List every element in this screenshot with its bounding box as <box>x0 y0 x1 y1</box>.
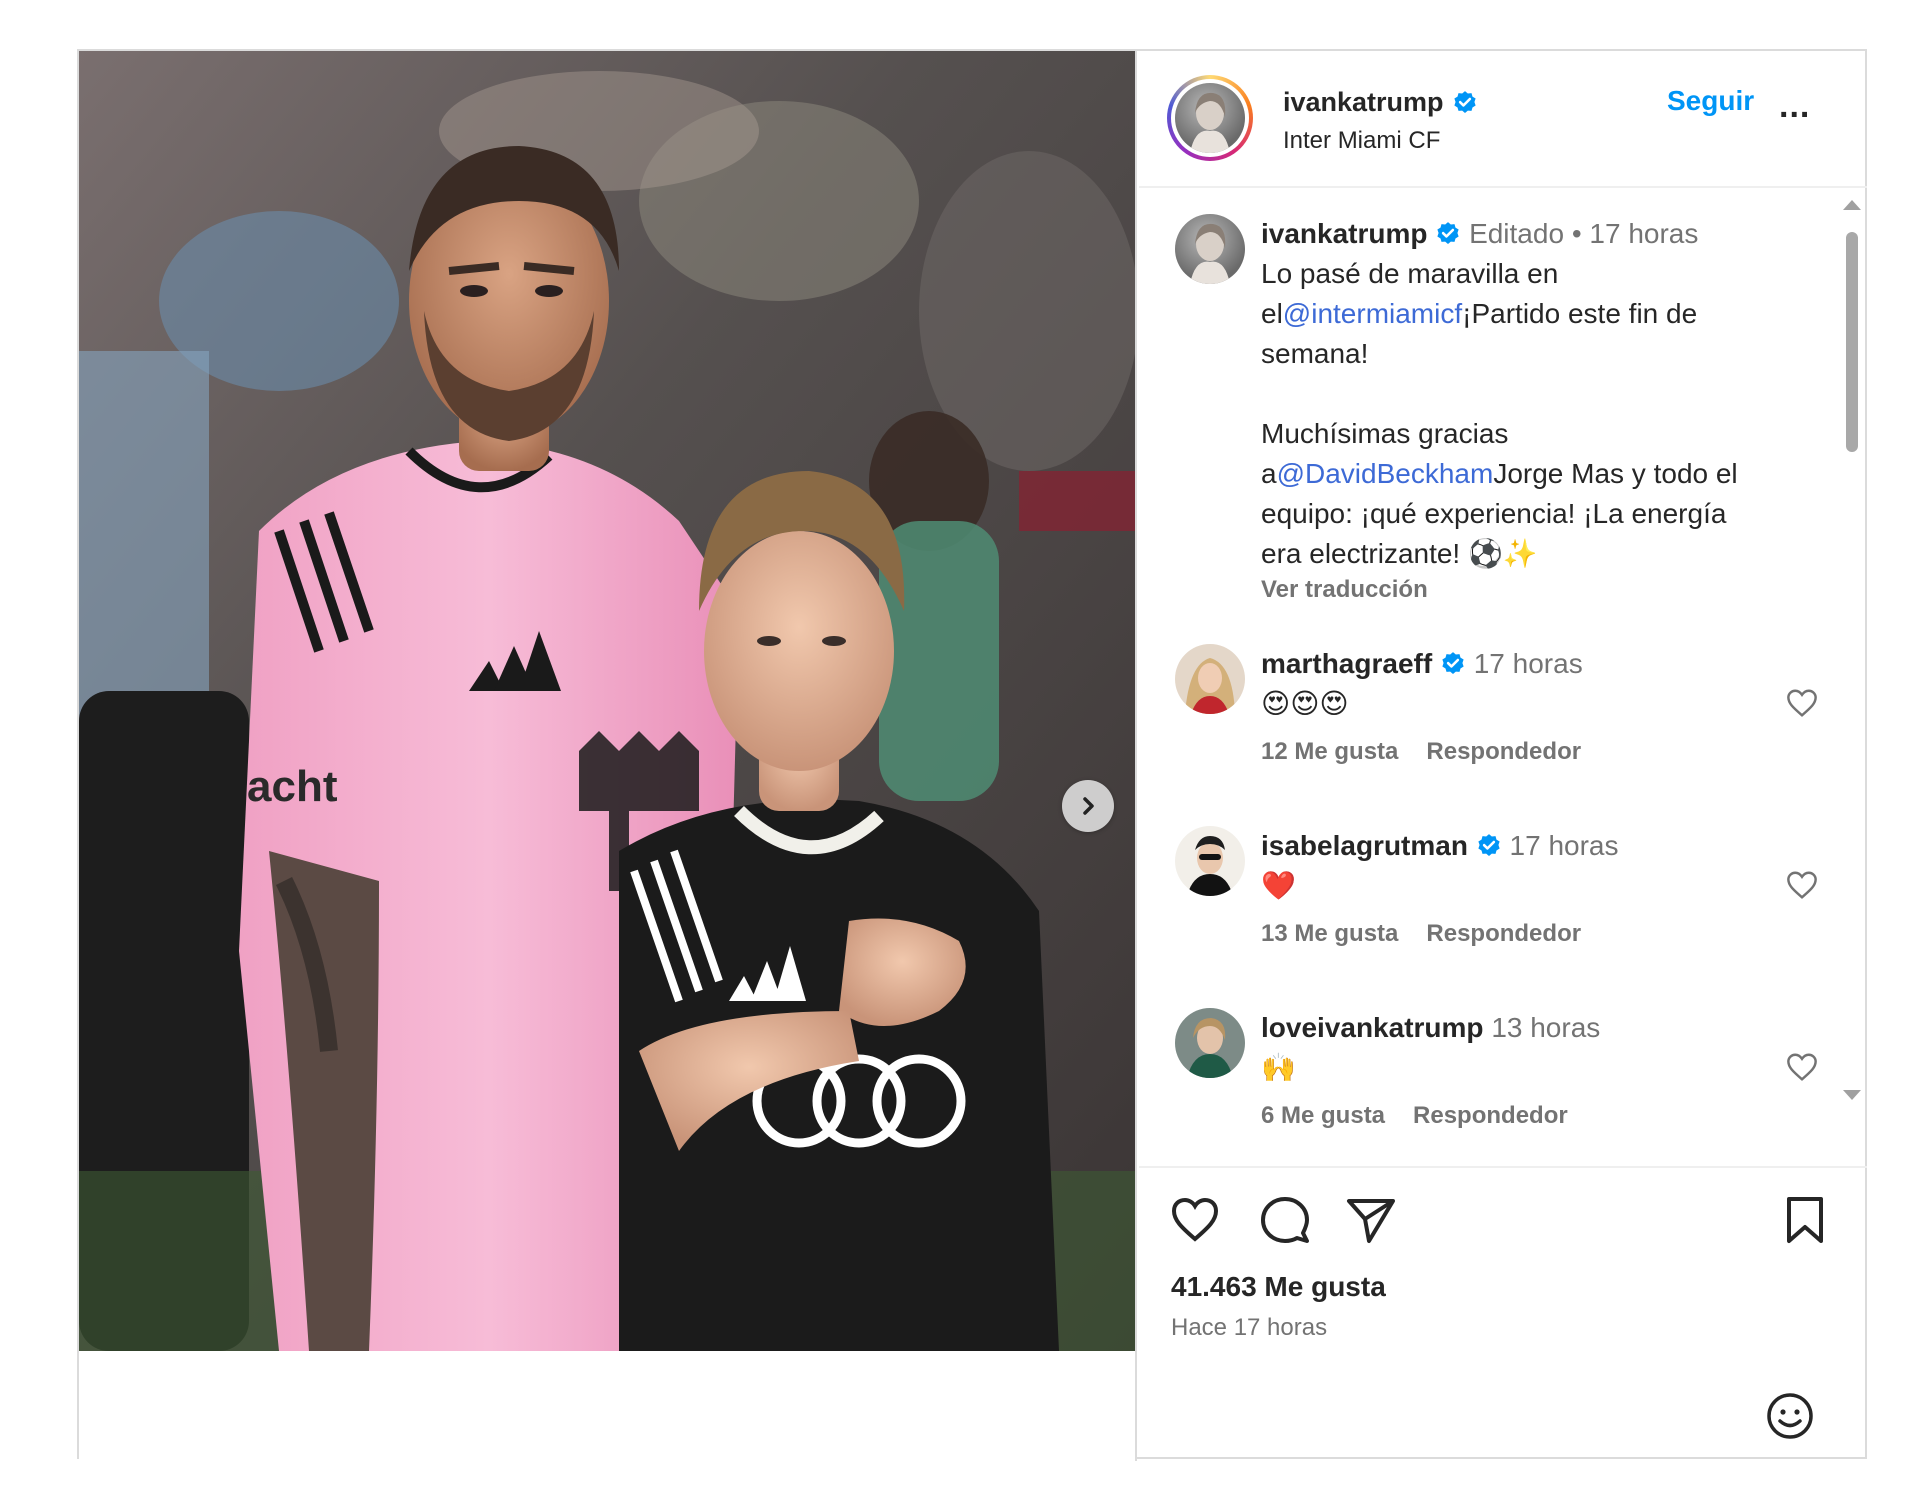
caption-line: Lo pasé de maravilla en <box>1261 258 1559 289</box>
emoji-icon[interactable] <box>1765 1391 1815 1441</box>
comment-text: 🙌 <box>1261 1052 1296 1083</box>
comment-time[interactable]: 13 horas <box>1491 1012 1600 1043</box>
see-translation-link[interactable]: Ver traducción <box>1261 576 1801 604</box>
comment-username[interactable]: isabelagrutman <box>1261 830 1468 861</box>
caption-line: el@intermiamicf¡Partido este fin de <box>1261 294 1801 334</box>
comments-list[interactable]: ivankatrump Editado • 17 horas Lo pasé d… <box>1139 190 1867 1166</box>
comment-avatar[interactable] <box>1175 1008 1245 1078</box>
mention-link[interactable]: @DavidBeckham <box>1277 458 1494 489</box>
scroll-thumb[interactable] <box>1846 232 1858 452</box>
caption-text: a <box>1261 458 1277 489</box>
verified-badge-icon <box>1478 834 1500 856</box>
comment-likes[interactable]: 6 Me gusta <box>1261 1102 1385 1130</box>
comment-likes[interactable]: 13 Me gusta <box>1261 920 1398 948</box>
meta-separator: • <box>1571 218 1582 249</box>
verified-badge-icon <box>1442 652 1464 674</box>
heart-icon[interactable] <box>1785 1052 1819 1082</box>
more-options-button[interactable]: ... <box>1779 87 1810 126</box>
next-photo-button[interactable] <box>1062 780 1114 832</box>
comment-likes[interactable]: 12 Me gusta <box>1261 738 1398 766</box>
bookmark-icon[interactable] <box>1779 1195 1831 1245</box>
post-side-panel: ivankatrump Inter Miami CF Seguir ... iv… <box>1139 51 1867 1461</box>
comment-avatar[interactable] <box>1175 826 1245 896</box>
comment-icon[interactable] <box>1259 1195 1311 1245</box>
caption-text: Jorge Mas y todo el <box>1493 458 1738 489</box>
caption-text: el <box>1261 298 1283 329</box>
post-media: acht <box>79 51 1137 1461</box>
caption-line: Muchísimas gracias <box>1261 418 1509 449</box>
comment-username[interactable]: marthagraeff <box>1261 648 1432 679</box>
comment-time[interactable]: 17 horas <box>1510 830 1619 861</box>
send-icon[interactable] <box>1345 1195 1397 1245</box>
follow-button[interactable]: Seguir <box>1667 85 1754 117</box>
post-location[interactable]: Inter Miami CF <box>1283 127 1440 155</box>
post-timestamp[interactable]: Hace 17 horas <box>1171 1314 1327 1342</box>
reply-button[interactable]: Respondedor <box>1426 738 1581 766</box>
reply-button[interactable]: Respondedor <box>1426 920 1581 948</box>
verified-badge-icon <box>1437 222 1459 244</box>
verified-badge-icon <box>1453 90 1476 113</box>
post-header: ivankatrump Inter Miami CF Seguir ... <box>1139 51 1867 188</box>
post-photo: acht <box>79 51 1135 1351</box>
caption-author-avatar[interactable] <box>1175 214 1245 284</box>
comment-time[interactable]: 17 horas <box>1474 648 1583 679</box>
caption-line: semana! <box>1261 338 1369 369</box>
caption-username[interactable]: ivankatrump <box>1261 218 1428 249</box>
mention-link[interactable]: @intermiamicf <box>1283 298 1462 329</box>
caption-line: era electrizante! ⚽✨ <box>1261 538 1538 569</box>
heart-icon[interactable] <box>1169 1195 1221 1245</box>
caption-line: equipo: ¡qué experiencia! ¡La energía <box>1261 498 1727 529</box>
scroll-down-arrow-icon[interactable] <box>1843 1090 1861 1100</box>
reply-button[interactable]: Respondedor <box>1413 1102 1568 1130</box>
comment-text: 😍😍😍 <box>1261 688 1349 719</box>
scroll-up-arrow-icon[interactable] <box>1843 200 1861 210</box>
caption-line: a@DavidBeckhamJorge Mas y todo el <box>1261 454 1801 494</box>
comment-avatar[interactable] <box>1175 644 1245 714</box>
caption-time[interactable]: 17 horas <box>1589 218 1698 249</box>
svg-text:acht: acht <box>247 762 338 811</box>
likes-count[interactable]: 41.463 Me gusta <box>1171 1271 1386 1303</box>
heart-icon[interactable] <box>1785 688 1819 718</box>
comments-scrollbar[interactable] <box>1843 200 1861 1100</box>
author-avatar[interactable] <box>1167 75 1253 161</box>
chevron-right-icon <box>1083 797 1094 815</box>
caption-text: ¡Partido este fin de <box>1462 298 1698 329</box>
comment-username[interactable]: loveivankatrump <box>1261 1012 1484 1043</box>
heart-icon[interactable] <box>1785 870 1819 900</box>
post-dialog: acht ivankatrump Inter Miami CF Seguir .… <box>77 49 1867 1461</box>
comment-text: ❤️ <box>1261 870 1296 901</box>
edited-label: Editado <box>1469 218 1565 249</box>
author-username[interactable]: ivankatrump <box>1283 87 1478 118</box>
